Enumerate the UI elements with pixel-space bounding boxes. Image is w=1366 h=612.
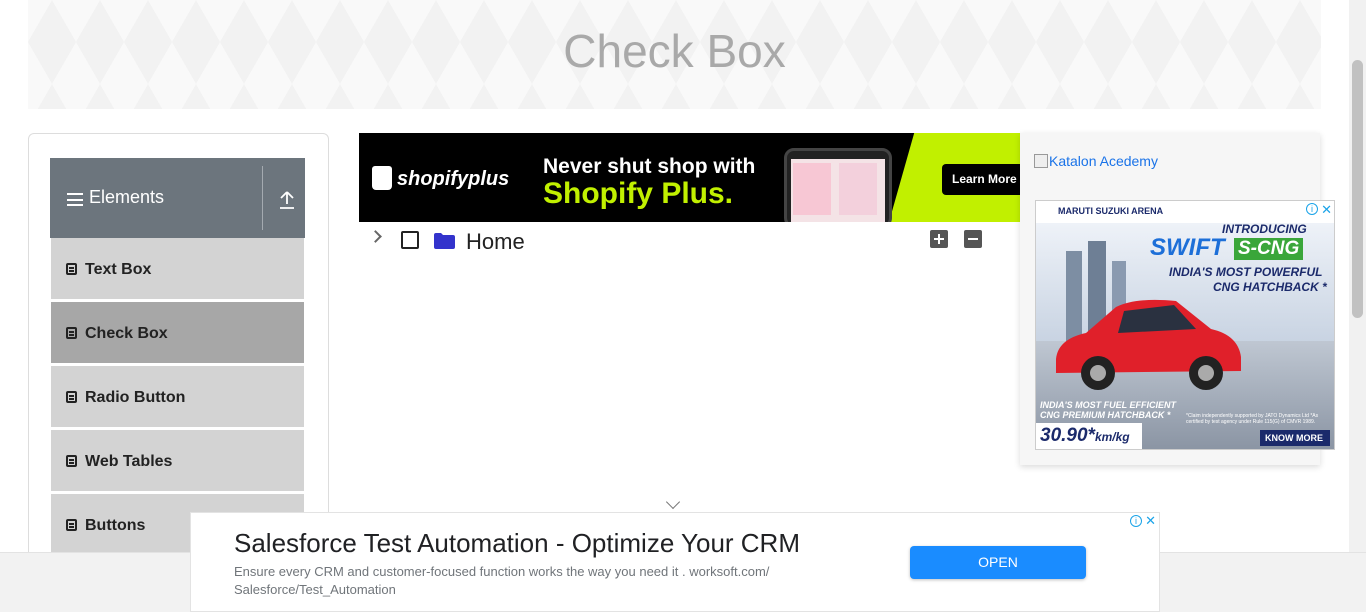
left-sidebar: Elements Text Box Check Box Radio Button… [28, 133, 329, 573]
ad-headline-line2: Shopify Plus. [543, 177, 734, 210]
open-button[interactable]: OPEN [910, 546, 1086, 579]
html5-icon [66, 327, 77, 339]
page-banner: Check Box [28, 0, 1321, 109]
page-title: Check Box [563, 25, 786, 77]
shopify-ad-banner[interactable]: shopifyplus Never shut shop with Shopify… [359, 133, 1021, 222]
ad-fuel-line1: INDIA'S MOST FUEL EFFICIENT [1040, 400, 1176, 410]
know-more-button[interactable]: KNOW MORE [1260, 430, 1330, 446]
bottom-ad[interactable]: Salesforce Test Automation - Optimize Yo… [190, 512, 1160, 612]
close-icon[interactable]: ✕ [1321, 202, 1332, 218]
sidebar-item-label: Radio Button [85, 389, 186, 406]
sidebar-item-label: Check Box [85, 325, 168, 342]
katalon-alt-text: Katalon Acedemy [1049, 153, 1158, 169]
group-label: Elements [89, 187, 165, 207]
car-image [1056, 299, 1241, 390]
ad-title[interactable]: Salesforce Test Automation - Optimize Yo… [234, 528, 800, 559]
ad-mileage: 30.90*km/kg [1036, 423, 1142, 449]
sidebar-item-web-tables[interactable]: Web Tables [51, 430, 304, 492]
folder-icon [434, 233, 455, 249]
ad-introducing: INTRODUCING [1222, 222, 1307, 236]
close-icon[interactable]: ✕ [1145, 513, 1156, 529]
mileage-unit: km/kg [1094, 430, 1130, 444]
home-checkbox[interactable] [401, 231, 419, 249]
ad-brand: shopifyplus [397, 168, 510, 190]
tree-node-home: Home [359, 226, 999, 256]
expand-all-button[interactable] [930, 230, 948, 248]
ad-description-line2: Salesforce/Test_Automation [234, 582, 396, 597]
ad-claim: *Claim independently supported by JATO D… [1186, 413, 1319, 425]
sidebar-item-radio-button[interactable]: Radio Button [51, 366, 304, 428]
html5-icon [66, 391, 77, 403]
ad-tagline1: INDIA'S MOST POWERFUL [1169, 265, 1323, 279]
sidebar-item-label: Web Tables [85, 453, 173, 470]
chevron-down-icon[interactable] [665, 494, 681, 510]
html5-icon [66, 455, 77, 467]
sidebar-item-label: Text Box [85, 261, 152, 278]
ad-variant: S-CNG [1234, 238, 1304, 260]
shopping-bag-icon [372, 166, 392, 190]
page: Check Box Elements Text Box Check Box Ra… [0, 0, 1366, 612]
hamburger-icon [67, 193, 83, 206]
upload-icon[interactable] [278, 190, 296, 210]
sidebar-item-text-box[interactable]: Text Box [51, 238, 304, 300]
phone-image [784, 148, 892, 222]
chevron-right-icon[interactable] [369, 230, 382, 243]
header-divider [262, 166, 263, 230]
ad-description-line1: Ensure every CRM and customer-focused fu… [234, 564, 770, 579]
broken-image-icon [1034, 154, 1048, 168]
tree-node-label[interactable]: Home [466, 229, 525, 255]
learn-more-button[interactable]: Learn More [942, 164, 1021, 195]
scrollbar-thumb[interactable] [1352, 60, 1363, 318]
mileage-value: 30.90* [1040, 425, 1095, 446]
collapse-all-button[interactable] [964, 230, 982, 248]
sidebar-item-label: Buttons [85, 517, 146, 534]
adchoices-icon[interactable]: i [1130, 515, 1142, 527]
adchoices-icon[interactable]: i [1306, 203, 1318, 215]
ad-headline-line1: Never shut shop with [543, 155, 756, 178]
ad-fuel-line2: CNG PREMIUM HATCHBACK * [1040, 410, 1171, 420]
ad-brand: MARUTI SUZUKI ARENA [1058, 206, 1164, 216]
html5-icon [66, 519, 77, 531]
vertical-scrollbar[interactable] [1349, 0, 1366, 552]
ad-model: SWIFT [1150, 234, 1225, 261]
html5-icon [66, 263, 77, 275]
sidebar-item-check-box[interactable]: Check Box [51, 302, 304, 364]
elements-group-header[interactable]: Elements [50, 158, 305, 238]
katalon-ad-link[interactable]: Katalon Acedemy [1034, 153, 1158, 169]
maruti-suzuki-ad[interactable]: MARUTI SUZUKI ARENA i ✕ INTRODUCING SWIF… [1035, 200, 1335, 450]
